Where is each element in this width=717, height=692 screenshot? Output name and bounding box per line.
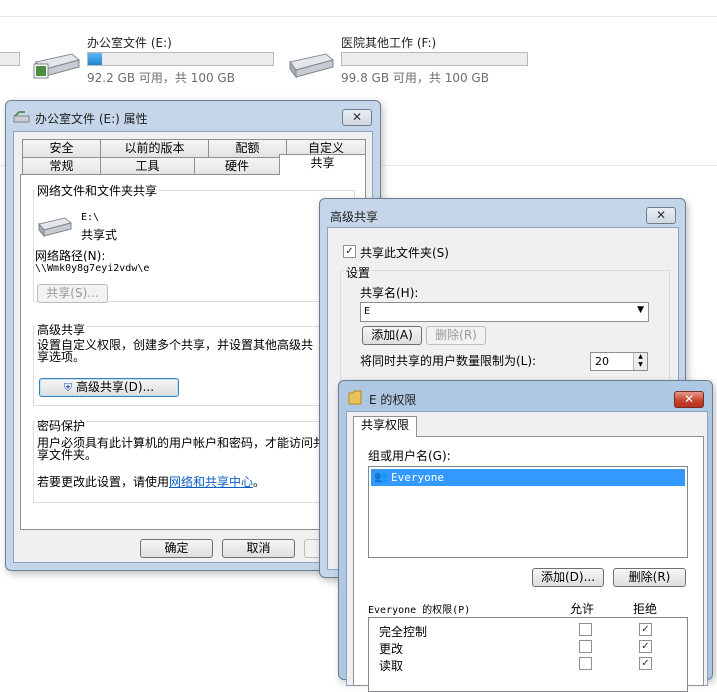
advanced-sharing-button[interactable]: ⛨ 高级共享(D)... xyxy=(39,378,179,397)
drive-share-icon xyxy=(13,110,31,124)
tab-security[interactable]: 安全 xyxy=(22,139,101,157)
deny-checkbox[interactable]: ✓ xyxy=(639,657,652,670)
column-allow: 允许 xyxy=(570,600,594,617)
network-path-label: 网络路径(N): xyxy=(35,247,105,264)
close-button[interactable]: ✕ xyxy=(342,109,372,126)
drive-f-item[interactable]: 医院其他工作 (F:) 99.8 GB 可用，共 100 GB xyxy=(284,30,534,90)
explorer-separator xyxy=(0,16,717,17)
permissions-tab-panel: 组或用户名(G): 👥 Everyone 添加(D)... 删除(R) Ever… xyxy=(353,436,704,686)
password-protection-description: 用户必须具有此计算机的用户帐户和密码，才能访问共享文件夹。 xyxy=(37,437,327,461)
permission-name: 完全控制 xyxy=(379,623,427,640)
allow-checkbox[interactable] xyxy=(579,657,592,670)
drive-e-name: 办公室文件 (E:) xyxy=(87,34,172,51)
drive-e-free: 92.2 GB 可用，共 100 GB xyxy=(87,69,235,86)
close-button[interactable]: ✕ xyxy=(646,207,676,224)
advanced-sharing-group-title: 高级共享 xyxy=(35,321,87,338)
folder-icon xyxy=(348,390,362,405)
cancel-button[interactable]: 取消 xyxy=(222,539,295,558)
settings-group-title: 设置 xyxy=(344,264,372,281)
chevron-up-icon[interactable]: ▲ xyxy=(634,353,647,361)
spinner-arrows[interactable]: ▲ ▼ xyxy=(633,353,647,370)
close-icon: ✕ xyxy=(684,392,694,406)
drive-path: E:\ xyxy=(81,212,99,223)
add-share-button[interactable]: 添加(A) xyxy=(362,326,422,345)
drive-f-usage-bar xyxy=(341,52,528,66)
group-user-label: 组或用户名(G): xyxy=(368,447,451,464)
drive-e-item[interactable]: 办公室文件 (E:) 92.2 GB 可用，共 100 GB xyxy=(30,30,280,90)
ok-button[interactable]: 确定 xyxy=(140,539,213,558)
drive-f-free: 99.8 GB 可用，共 100 GB xyxy=(341,69,489,86)
permission-row: 完全控制 ✓ xyxy=(369,622,687,639)
advanced-sharing-title: 高级共享 xyxy=(330,208,378,225)
user-limit-value: 20 xyxy=(595,355,609,368)
tab-share-permissions[interactable]: 共享权限 xyxy=(353,416,417,437)
user-row-everyone[interactable]: 👥 Everyone xyxy=(371,469,685,486)
share-folder-checkbox[interactable]: ✓ xyxy=(343,245,356,258)
tab-sharing[interactable]: 共享 xyxy=(279,154,366,175)
permissions-dialog: E 的权限 ✕ 共享权限 组或用户名(G): 👥 Everyone 添加(D).… xyxy=(338,380,713,680)
advanced-sharing-description: 设置自定义权限，创建多个共享，并设置其他高级共享选项。 xyxy=(37,339,319,363)
permission-name: 读取 xyxy=(379,657,403,674)
permission-name: 更改 xyxy=(379,640,403,657)
tab-general[interactable]: 常规 xyxy=(22,157,101,175)
permissions-for-label: Everyone 的权限(P) xyxy=(368,601,470,616)
user-name: Everyone xyxy=(391,471,444,484)
password-change-suffix: 。 xyxy=(253,475,265,489)
share-folder-label: 共享此文件夹(S) xyxy=(360,244,449,261)
permissions-client: 共享权限 组或用户名(G): 👥 Everyone 添加(D)... 删除(R)… xyxy=(346,411,708,686)
tab-previous-versions[interactable]: 以前的版本 xyxy=(100,139,209,157)
users-listbox[interactable]: 👥 Everyone xyxy=(368,466,688,558)
hard-drive-icon xyxy=(32,50,80,80)
properties-title: 办公室文件 (E:) 属性 xyxy=(35,110,148,127)
network-path-value: \\Wmk0y8g7eyi2vdw\e xyxy=(35,263,149,274)
users-icon: 👥 xyxy=(374,470,388,483)
column-deny: 拒绝 xyxy=(633,600,657,617)
allow-checkbox[interactable] xyxy=(579,623,592,636)
chevron-down-icon: ▼ xyxy=(637,305,644,315)
chevron-down-icon[interactable]: ▼ xyxy=(634,361,647,369)
network-sharing-center-link[interactable]: 网络和共享中心 xyxy=(169,475,253,489)
remove-share-button[interactable]: 删除(R) xyxy=(426,326,486,345)
hard-drive-icon xyxy=(286,50,334,80)
hard-drive-icon xyxy=(37,215,73,239)
share-button[interactable]: 共享(S)... xyxy=(37,284,108,303)
permission-row: 更改 ✓ xyxy=(369,639,687,656)
password-change-prefix: 若要更改此设置，请使用 xyxy=(37,475,169,489)
share-state: 共享式 xyxy=(81,226,117,243)
tab-tools[interactable]: 工具 xyxy=(100,157,195,175)
close-icon: ✕ xyxy=(352,110,362,124)
drive-f-name: 医院其他工作 (F:) xyxy=(341,34,436,51)
user-limit-label: 将同时共享的用户数量限制为(L): xyxy=(360,352,536,369)
permission-row: 读取 ✓ xyxy=(369,656,687,673)
allow-checkbox[interactable] xyxy=(579,640,592,653)
tab-quota[interactable]: 配额 xyxy=(208,139,287,157)
deny-checkbox[interactable]: ✓ xyxy=(639,640,652,653)
share-name-select[interactable]: E ▼ xyxy=(360,302,649,322)
permissions-list: 完全控制 ✓ 更改 ✓ 读取 ✓ xyxy=(368,617,688,692)
permissions-title: E 的权限 xyxy=(369,391,416,408)
password-change-line: 若要更改此设置，请使用网络和共享中心。 xyxy=(37,473,265,490)
close-icon: ✕ xyxy=(656,208,666,222)
sharing-tab-panel: 网络文件和文件夹共享 E:\ 共享式 网络路径(N): \\Wmk0y8g7ey… xyxy=(20,174,366,530)
network-sharing-group-title: 网络文件和文件夹共享 xyxy=(35,182,159,199)
drive-e-usage-fill xyxy=(88,53,102,65)
add-user-button[interactable]: 添加(D)... xyxy=(532,568,604,587)
tab-hardware[interactable]: 硬件 xyxy=(194,157,280,175)
drive-bar-partial xyxy=(0,52,20,66)
password-protection-group-title: 密码保护 xyxy=(35,417,87,434)
remove-user-button[interactable]: 删除(R) xyxy=(613,568,686,587)
share-name-value: E xyxy=(364,306,370,317)
user-limit-spinner[interactable]: 20 ▲ ▼ xyxy=(590,352,648,371)
uac-shield-icon: ⛨ xyxy=(64,381,72,394)
advanced-sharing-button-label: 高级共享(D)... xyxy=(76,380,154,394)
deny-checkbox[interactable]: ✓ xyxy=(639,623,652,636)
close-button[interactable]: ✕ xyxy=(674,391,704,408)
share-name-label: 共享名(H): xyxy=(360,284,418,301)
drive-e-usage-bar xyxy=(87,52,274,66)
